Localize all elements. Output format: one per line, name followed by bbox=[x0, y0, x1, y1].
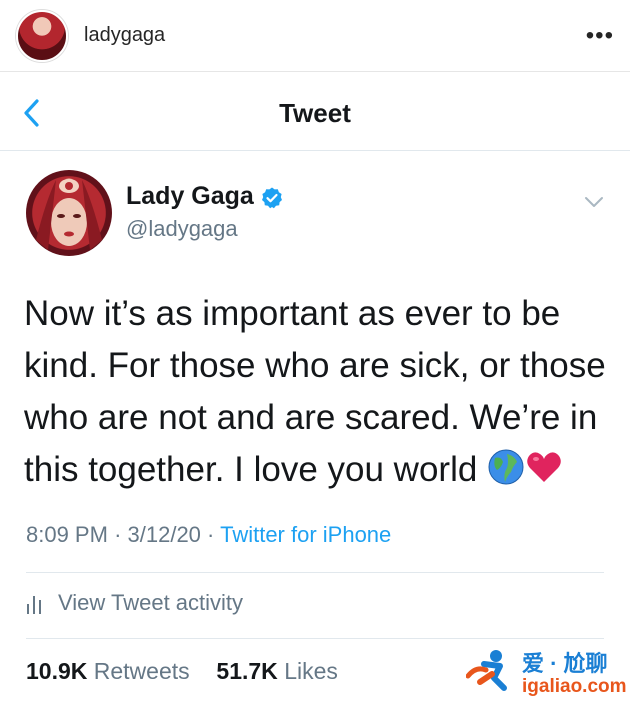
meta-separator: · bbox=[114, 522, 122, 547]
meta-separator: · bbox=[207, 522, 215, 547]
tweet-source-link[interactable]: Twitter for iPhone bbox=[220, 522, 391, 547]
more-options-icon[interactable]: ••• bbox=[586, 23, 614, 48]
divider bbox=[26, 638, 604, 639]
tweet-author: Lady Gaga @ladygaga bbox=[26, 170, 616, 260]
author-handle[interactable]: @ladygaga bbox=[126, 216, 238, 242]
retweets-label[interactable]: Retweets bbox=[94, 658, 190, 684]
tweet-date: 3/12/20 bbox=[127, 522, 201, 547]
chevron-left-icon[interactable] bbox=[22, 98, 42, 128]
tweet-time: 8:09 PM bbox=[26, 522, 108, 547]
runner-logo-icon bbox=[466, 650, 507, 691]
page-title: Tweet bbox=[279, 97, 351, 128]
verified-badge-icon bbox=[262, 187, 282, 209]
retweets-count[interactable]: 10.9K bbox=[26, 658, 87, 684]
view-activity-button[interactable]: View Tweet activity bbox=[26, 590, 243, 616]
globe-icon bbox=[488, 449, 524, 485]
instagram-header: ladygaga ••• bbox=[0, 0, 630, 72]
bar-chart-icon bbox=[27, 596, 41, 614]
avatar-portrait-icon bbox=[36, 179, 102, 250]
likes-label[interactable]: Likes bbox=[284, 658, 338, 684]
tweet-nav-bar: Tweet bbox=[0, 76, 630, 151]
tweet-text: Now it’s as important as ever to be kind… bbox=[24, 288, 614, 496]
site-watermark: 爱 · 尬聊 igaliao.com bbox=[466, 640, 627, 704]
watermark-url: igaliao.com bbox=[522, 676, 627, 697]
view-activity-label: View Tweet activity bbox=[58, 590, 244, 615]
instagram-username[interactable]: ladygaga bbox=[84, 24, 165, 47]
divider bbox=[26, 572, 604, 573]
heart-icon bbox=[527, 452, 561, 482]
chevron-down-icon[interactable] bbox=[582, 190, 606, 214]
tweet-detail: Lady Gaga @ladygaga Now it’s as importan… bbox=[0, 150, 630, 709]
tweet-stats: 10.9K Retweets 51.7K Likes bbox=[26, 658, 338, 685]
watermark-title: 爱 · 尬聊 bbox=[522, 651, 608, 676]
tweet-metadata: 8:09 PM · 3/12/20 · Twitter for iPhone bbox=[26, 522, 391, 548]
author-avatar[interactable] bbox=[26, 170, 112, 256]
profile-avatar[interactable] bbox=[16, 9, 68, 62]
likes-count[interactable]: 51.7K bbox=[216, 658, 277, 684]
author-display-name[interactable]: Lady Gaga bbox=[126, 182, 254, 211]
